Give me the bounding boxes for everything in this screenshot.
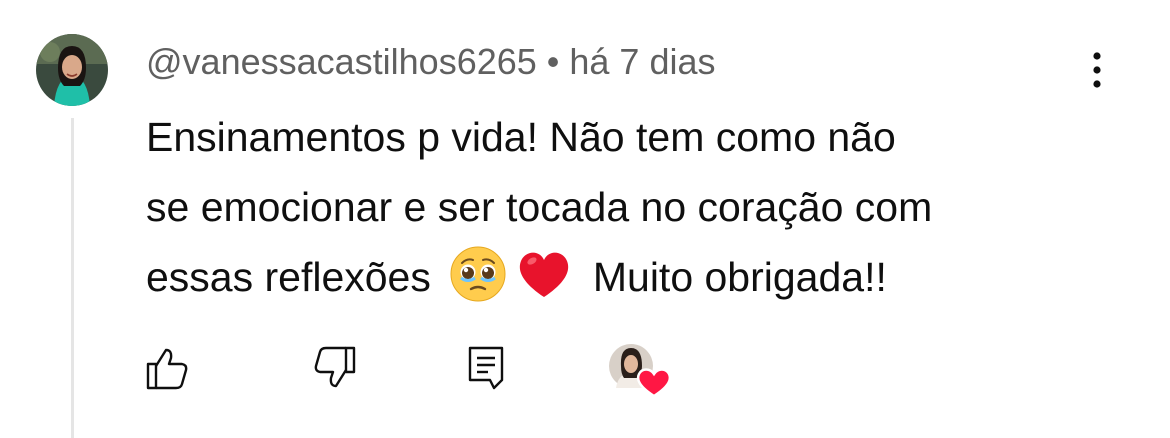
author-avatar[interactable] <box>36 34 108 106</box>
avatar-image <box>36 34 108 106</box>
comment-text: Ensinamentos p vida! Não tem como não se… <box>146 102 1136 312</box>
creator-heart-icon <box>609 344 672 398</box>
reply-button[interactable] <box>462 344 510 392</box>
comment-line-1: Ensinamentos p vida! Não tem como não <box>146 114 896 160</box>
author-handle[interactable]: @vanessacastilhos6265 <box>146 41 537 82</box>
comment-line-2: se emocionar e ser tocada no coração com <box>146 184 933 230</box>
reply-comment-icon <box>468 346 504 390</box>
like-button[interactable] <box>142 344 190 392</box>
pleading-face-emoji-icon <box>450 246 506 302</box>
thumb-down-icon <box>314 346 356 388</box>
comment-time[interactable]: há 7 dias <box>569 41 715 82</box>
more-vert-icon[interactable] <box>1082 48 1112 92</box>
comment-meta: @vanessacastilhos6265 • há 7 dias <box>146 40 716 84</box>
thread-line <box>71 118 74 438</box>
meta-separator: • <box>546 41 560 82</box>
creator-heart-badge <box>606 340 672 398</box>
comment-line-3-start: essas reflexões <box>146 254 431 300</box>
comment-line-3: essas reflexões Muito obrigada!! <box>146 242 1136 312</box>
dislike-button[interactable] <box>312 344 360 392</box>
comment-line-3-end: Muito obrigada!! <box>592 254 887 300</box>
red-heart-emoji-icon <box>519 252 569 297</box>
thumb-up-icon <box>146 348 188 390</box>
